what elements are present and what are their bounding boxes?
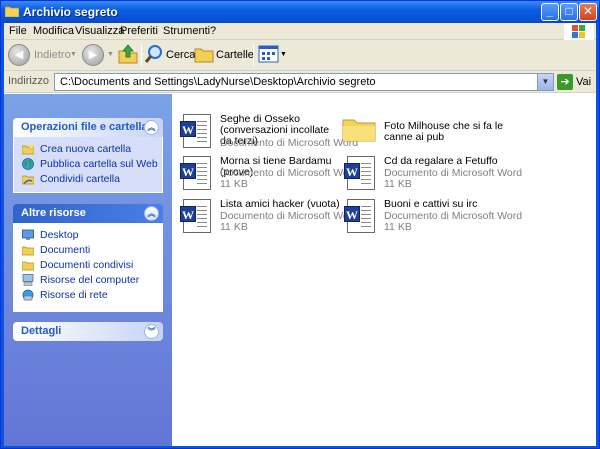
menu-view[interactable]: Visualizza bbox=[75, 25, 124, 37]
menu-file[interactable]: File bbox=[9, 25, 27, 37]
file-item[interactable]: W Buoni e cattivi su irc Documento di Mi… bbox=[342, 199, 522, 243]
file-item[interactable]: W Morna si tiene Bardamu (prove) Documen… bbox=[178, 156, 358, 200]
menu-favorites[interactable]: Preferiti bbox=[120, 25, 158, 37]
file-size: 11 KB bbox=[220, 221, 248, 233]
task-pane: Operazioni file e cartella ︽ Crea nuova … bbox=[4, 94, 172, 446]
window-client: File Modifica Visualizza Preferiti Strum… bbox=[4, 23, 596, 446]
word-document-icon: W bbox=[342, 199, 378, 235]
shared-documents-icon bbox=[22, 261, 34, 271]
chevron-down-icon: ▼ bbox=[70, 51, 77, 58]
forward-button[interactable]: ▶ bbox=[82, 43, 106, 67]
file-tasks-header[interactable]: Operazioni file e cartella ︽ bbox=[13, 118, 163, 137]
maximize-button[interactable]: □ bbox=[560, 3, 578, 21]
file-type: Documento di Microsoft Word bbox=[220, 137, 359, 149]
go-label: Vai bbox=[576, 76, 592, 88]
word-document-icon: W bbox=[178, 114, 214, 150]
search-icon bbox=[144, 45, 162, 63]
menu-bar: File Modifica Visualizza Preferiti Strum… bbox=[4, 23, 596, 40]
folder-item[interactable]: Foto Milhouse che si fa le canne ai pub bbox=[342, 114, 503, 158]
chevron-down-icon: ▼ bbox=[280, 51, 287, 58]
place-label: Risorse del computer bbox=[40, 274, 140, 286]
place-label: Documenti condivisi bbox=[40, 259, 134, 271]
menu-edit[interactable]: Modifica bbox=[33, 25, 74, 37]
my-computer-icon bbox=[22, 274, 34, 286]
back-label: Indietro bbox=[34, 49, 71, 61]
file-name: Buoni e cattivi su irc bbox=[384, 198, 478, 210]
network-places-icon bbox=[22, 289, 34, 301]
windows-logo-icon bbox=[564, 23, 594, 40]
details-panel: Dettagli ︾ bbox=[13, 322, 163, 341]
desktop-icon bbox=[22, 229, 34, 240]
file-item[interactable]: W Lista amici hacker (vuota) Documento d… bbox=[178, 199, 358, 243]
word-document-icon: W bbox=[178, 156, 214, 192]
word-document-icon: W bbox=[342, 156, 378, 192]
other-places-panel: Altre risorse ︽ Desktop Documenti Docume… bbox=[13, 204, 163, 312]
back-button[interactable]: ◀ Indietro bbox=[8, 43, 72, 67]
address-field[interactable]: C:\Documents and Settings\LadyNurse\Desk… bbox=[54, 73, 554, 91]
folders-button[interactable]: Cartelle bbox=[194, 43, 254, 67]
publish-web-icon bbox=[22, 158, 34, 170]
share-folder-icon bbox=[22, 175, 34, 185]
file-name: Lista amici hacker (vuota) bbox=[220, 198, 340, 210]
address-label: Indirizzo bbox=[8, 75, 49, 87]
folder-name: Foto Milhouse che si fa le canne ai pub bbox=[384, 120, 504, 143]
collapse-chevron-icon[interactable]: ︽ bbox=[144, 206, 159, 221]
documents-folder-icon bbox=[22, 246, 34, 256]
window-title: Archivio segreto bbox=[23, 5, 118, 19]
file-list: W Seghe di Osseko (conversazioni incolla… bbox=[172, 94, 596, 446]
address-bar: Indirizzo C:\Documents and Settings\Lady… bbox=[4, 71, 596, 93]
menu-tools[interactable]: Strumenti bbox=[163, 25, 210, 37]
file-item[interactable]: W Seghe di Osseko (conversazioni incolla… bbox=[178, 114, 358, 158]
folders-icon bbox=[194, 48, 214, 63]
search-button[interactable]: Cerca bbox=[144, 43, 196, 67]
expand-chevron-icon[interactable]: ︾ bbox=[144, 324, 159, 339]
toolbar-separator bbox=[141, 44, 142, 66]
folders-label: Cartelle bbox=[216, 49, 254, 61]
other-places-header[interactable]: Altre risorse ︽ bbox=[13, 204, 163, 223]
file-size: 11 KB bbox=[384, 178, 412, 190]
back-arrow-icon: ◀ bbox=[8, 44, 30, 66]
folder-icon bbox=[5, 6, 19, 17]
collapse-chevron-icon[interactable]: ︽ bbox=[144, 120, 159, 135]
back-dropdown-button[interactable]: ▼ bbox=[70, 43, 78, 67]
address-value[interactable]: C:\Documents and Settings\LadyNurse\Desk… bbox=[60, 76, 376, 88]
other-places-body: Desktop Documenti Documenti condivisi Ri… bbox=[13, 223, 163, 312]
up-folder-button[interactable] bbox=[118, 43, 140, 67]
explorer-window: Archivio segreto _ □ ✕ File Modifica Vis… bbox=[0, 0, 600, 449]
file-item[interactable]: W Cd da regalare a Fetuffo Documento di … bbox=[342, 156, 522, 200]
file-size: 11 KB bbox=[220, 178, 248, 190]
title-bar[interactable]: Archivio segreto _ □ ✕ bbox=[1, 1, 599, 23]
toolbar-separator bbox=[253, 44, 254, 66]
details-title: Dettagli bbox=[21, 325, 62, 337]
folder-icon bbox=[342, 119, 376, 142]
file-name: Cd da regalare a Fetuffo bbox=[384, 155, 498, 167]
go-arrow-icon: ➔ bbox=[557, 74, 573, 90]
forward-arrow-icon: ▶ bbox=[82, 44, 104, 66]
minimize-button[interactable]: _ bbox=[541, 3, 559, 21]
up-folder-icon bbox=[118, 44, 138, 64]
word-document-icon: W bbox=[178, 199, 214, 235]
place-label: Desktop bbox=[40, 229, 79, 241]
forward-dropdown-button[interactable]: ▼ bbox=[107, 43, 115, 67]
toolbar: ◀ Indietro ▼ ▶ ▼ Cerca Cartelle ▼ bbox=[4, 40, 596, 71]
task-label: Condividi cartella bbox=[40, 173, 120, 185]
search-label: Cerca bbox=[166, 49, 196, 61]
close-button[interactable]: ✕ bbox=[579, 3, 597, 21]
menu-help[interactable]: ? bbox=[210, 25, 216, 37]
views-button[interactable]: ▼ bbox=[258, 43, 288, 67]
file-size: 11 KB bbox=[384, 221, 412, 233]
other-places-title: Altre risorse bbox=[21, 207, 86, 219]
address-dropdown-button[interactable]: ▼ bbox=[537, 74, 553, 90]
details-header[interactable]: Dettagli ︾ bbox=[13, 322, 163, 341]
views-icon bbox=[258, 45, 279, 63]
task-label: Crea nuova cartella bbox=[40, 143, 132, 155]
file-tasks-body: Crea nuova cartella Pubblica cartella su… bbox=[13, 137, 163, 193]
chevron-down-icon: ▼ bbox=[107, 51, 114, 58]
place-label: Risorse di rete bbox=[40, 289, 108, 301]
task-label: Pubblica cartella sul Web bbox=[40, 158, 158, 170]
place-label: Documenti bbox=[40, 244, 91, 256]
new-folder-icon bbox=[22, 144, 34, 155]
file-tasks-title: Operazioni file e cartella bbox=[21, 121, 148, 133]
file-tasks-panel: Operazioni file e cartella ︽ Crea nuova … bbox=[13, 118, 163, 193]
